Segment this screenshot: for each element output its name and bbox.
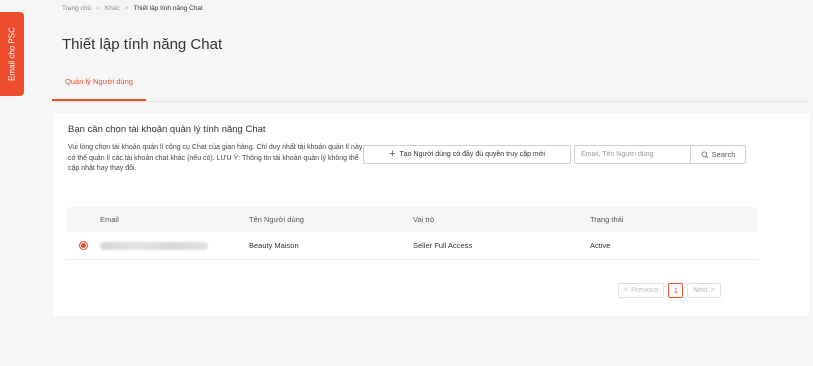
tab-user-management[interactable]: Quản lý Người dùng (52, 64, 146, 101)
search-input[interactable] (574, 145, 690, 164)
chevron-left-icon: < (624, 287, 629, 294)
cell-role: Seller Full Access (413, 241, 473, 250)
plus-icon: + (389, 148, 396, 160)
breadcrumb-other[interactable]: Khác (105, 5, 120, 12)
email-psc-side-tab[interactable]: Email cho PSC (0, 12, 24, 96)
breadcrumb-home[interactable]: Trang chủ (62, 5, 91, 12)
users-table: Email Tên Người dùng Vai trò Trạng thái … (66, 207, 758, 260)
breadcrumb: Trang chủ > Khác > Thiết lập tính năng C… (62, 5, 203, 12)
search-button-label: Search (711, 150, 736, 159)
breadcrumb-separator: > (124, 5, 129, 12)
cell-status: Active (590, 241, 611, 250)
card-title: Bạn cần chọn tài khoản quản lý tính năng… (68, 124, 266, 135)
breadcrumb-separator: > (96, 5, 100, 12)
search-button[interactable]: Search (690, 145, 746, 164)
table-header: Email Tên Người dùng Vai trò Trạng thái (66, 207, 758, 232)
card-description: Vui lòng chọn tài khoản quản lí công cụ … (68, 144, 363, 172)
next-label: Next (693, 287, 708, 294)
add-full-access-user-button[interactable]: + Tạo Người dùng có đầy đủ quyền truy cậ… (363, 145, 571, 164)
page-number-button[interactable]: 1 (668, 283, 684, 298)
user-selection-card: Bạn cần chọn tài khoản quản lý tính năng… (54, 113, 809, 316)
breadcrumb-current: Thiết lập tính năng Chat (133, 5, 203, 12)
page-title: Thiết lập tính năng Chat (62, 36, 223, 53)
search-icon (701, 151, 709, 158)
search-box: Search (574, 145, 746, 164)
add-button-label: Tạo Người dùng có đầy đủ quyền truy cập … (399, 151, 545, 158)
pagination: < Previous 1 Next > (618, 283, 721, 298)
column-header-username: Tên Người dùng (249, 215, 304, 224)
table-row[interactable]: Beauty Maison Seller Full Access Active (66, 232, 758, 260)
tab-bar: Quản lý Người dùng (52, 64, 809, 102)
side-tab-label: Email cho PSC (7, 27, 17, 81)
redacted-email (100, 242, 208, 250)
next-page-button[interactable]: Next > (687, 283, 721, 298)
chevron-right-icon: > (710, 287, 715, 294)
column-header-status: Trạng thái (590, 215, 624, 224)
column-header-role: Vai trò (413, 215, 435, 224)
cell-username: Beauty Maison (249, 241, 299, 250)
previous-label: Previous (631, 287, 659, 294)
previous-page-button[interactable]: < Previous (618, 283, 665, 298)
column-header-email: Email (100, 215, 119, 224)
row-select-radio[interactable] (78, 241, 88, 250)
